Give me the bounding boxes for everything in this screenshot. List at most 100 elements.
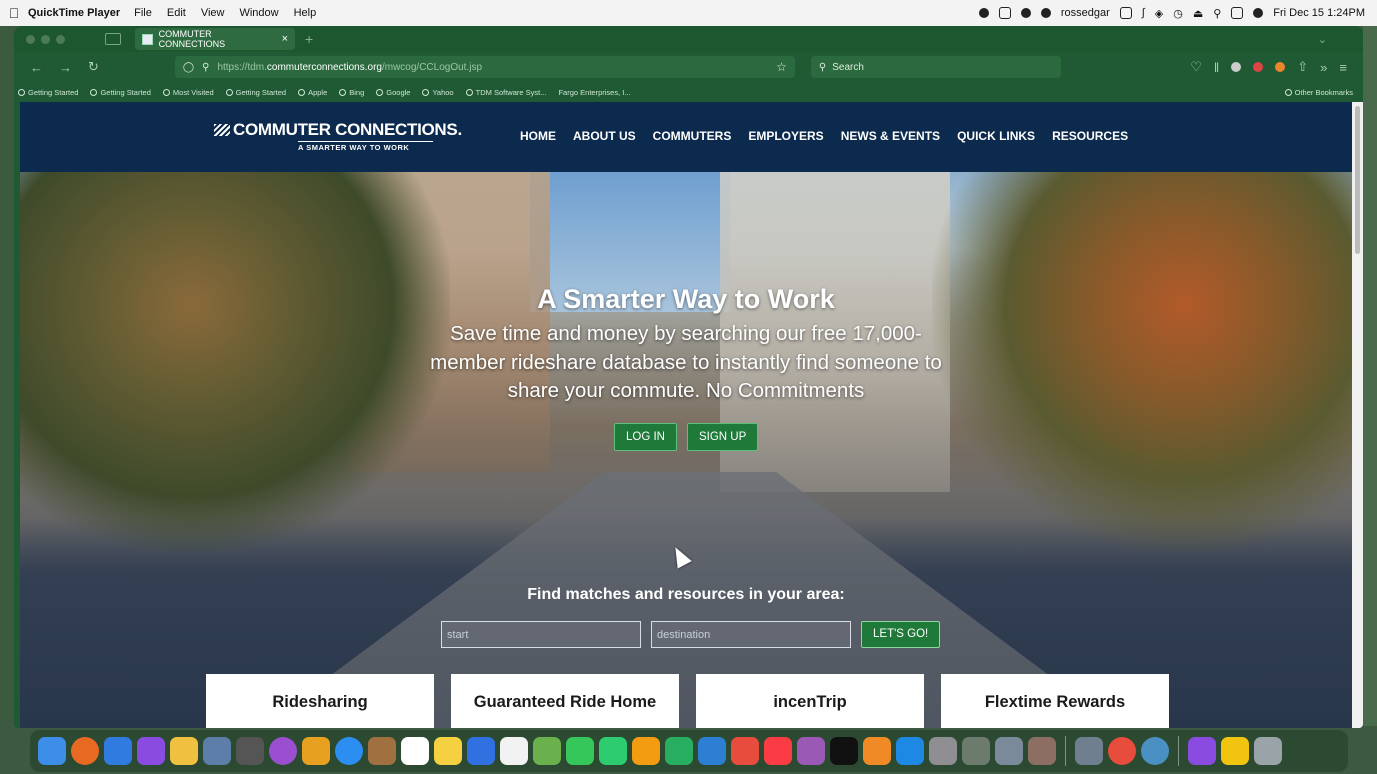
menu-file[interactable]: File bbox=[134, 7, 152, 19]
bookmark-item[interactable]: Most Visited bbox=[162, 88, 214, 97]
status-icon[interactable] bbox=[1020, 8, 1031, 18]
keynote-icon[interactable] bbox=[698, 737, 726, 765]
search-box[interactable]: ⚲ Search bbox=[810, 56, 1061, 78]
pages-icon[interactable] bbox=[632, 737, 660, 765]
preview-icon[interactable] bbox=[203, 737, 231, 765]
tab-list-chevron-icon[interactable]: ⌄ bbox=[1318, 33, 1327, 46]
bookmark-item[interactable]: Google bbox=[376, 88, 410, 97]
signup-button[interactable]: SIGN UP bbox=[686, 423, 759, 451]
freeform-icon[interactable] bbox=[467, 737, 495, 765]
nav-quick-links[interactable]: QUICK LINKS bbox=[957, 129, 1035, 143]
bookmark-item[interactable]: Getting Started bbox=[18, 88, 78, 97]
lock-icon[interactable]: ⚲ bbox=[202, 62, 209, 73]
forward-arrow-icon[interactable]: → bbox=[59, 60, 72, 75]
quicktime-icon[interactable] bbox=[1141, 737, 1169, 765]
shield-icon[interactable]: ◯ bbox=[183, 62, 194, 73]
menu-icon[interactable]: ≡ bbox=[1339, 60, 1347, 75]
tab-overview-icon[interactable] bbox=[105, 33, 121, 45]
overflow-chevron-icon[interactable]: » bbox=[1320, 60, 1327, 75]
utility-icon[interactable] bbox=[1028, 737, 1056, 765]
siri-icon[interactable] bbox=[269, 737, 297, 765]
photos-icon[interactable] bbox=[170, 737, 198, 765]
bookmark-item[interactable]: TDM Software Syst... bbox=[465, 88, 546, 97]
nav-about-us[interactable]: ABOUT US bbox=[573, 129, 636, 143]
minimize-window-button[interactable] bbox=[41, 34, 50, 44]
safari-icon[interactable] bbox=[335, 737, 363, 765]
tab-close-icon[interactable]: × bbox=[282, 33, 288, 45]
card-flextime-rewards[interactable]: Flextime Rewards bbox=[941, 674, 1169, 728]
active-tab[interactable]: COMMUTER CONNECTIONS × bbox=[135, 28, 295, 50]
firefox-icon[interactable] bbox=[71, 737, 99, 765]
bookmark-item[interactable]: Fargo Enterprises, I... bbox=[558, 88, 630, 97]
app-store-icon[interactable] bbox=[896, 737, 924, 765]
reminders-icon[interactable] bbox=[500, 737, 528, 765]
extension-icon[interactable] bbox=[1275, 62, 1286, 72]
nav-commuters[interactable]: COMMUTERS bbox=[653, 129, 732, 143]
calendar-icon[interactable] bbox=[401, 737, 429, 765]
books-icon[interactable] bbox=[863, 737, 891, 765]
destination-input[interactable]: destination bbox=[651, 621, 851, 648]
url-text[interactable]: https://tdm.commuterconnections.org/mwco… bbox=[217, 62, 482, 73]
trash-icon[interactable] bbox=[1254, 737, 1282, 765]
nav-resources[interactable]: RESOURCES bbox=[1052, 129, 1128, 143]
facetime-icon[interactable] bbox=[599, 737, 627, 765]
screen-icon[interactable] bbox=[998, 7, 1011, 19]
record-icon[interactable] bbox=[978, 8, 989, 18]
messages-icon[interactable] bbox=[566, 737, 594, 765]
menu-window[interactable]: Window bbox=[239, 7, 278, 19]
card-guaranteed-ride-home[interactable]: Guaranteed Ride Home bbox=[451, 674, 679, 728]
site-logo[interactable]: COMMUTER CONNECTIONS. A SMARTER WAY TO W… bbox=[214, 120, 462, 152]
menu-edit[interactable]: Edit bbox=[167, 7, 186, 19]
play-icon[interactable] bbox=[1040, 8, 1051, 18]
preview-app-icon[interactable] bbox=[962, 737, 990, 765]
apple-tv-icon[interactable] bbox=[830, 737, 858, 765]
numbers-icon[interactable] bbox=[665, 737, 693, 765]
card-ridesharing[interactable]: Ridesharing bbox=[206, 674, 434, 728]
nav-employers[interactable]: EMPLOYERS bbox=[748, 129, 823, 143]
lets-go-button[interactable]: LET'S GO! bbox=[861, 621, 941, 648]
other-bookmarks[interactable]: Other Bookmarks bbox=[1284, 88, 1363, 97]
menu-view[interactable]: View bbox=[201, 7, 225, 19]
notes-icon[interactable] bbox=[434, 737, 462, 765]
card-incentrip[interactable]: incenTrip bbox=[696, 674, 924, 728]
share-icon[interactable]: ⇧ bbox=[1297, 59, 1308, 75]
eject-icon[interactable]: ⏏ bbox=[1193, 7, 1203, 20]
music-icon[interactable] bbox=[764, 737, 792, 765]
siri-icon[interactable] bbox=[1253, 8, 1264, 18]
calculator-icon[interactable] bbox=[236, 737, 264, 765]
mail-icon[interactable] bbox=[104, 737, 132, 765]
headphones-icon[interactable] bbox=[1119, 7, 1132, 19]
news-icon[interactable] bbox=[731, 737, 759, 765]
maps-icon[interactable] bbox=[533, 737, 561, 765]
library-icon[interactable]: ‖ bbox=[1214, 60, 1219, 75]
bookmark-item[interactable]: Apple bbox=[298, 88, 327, 97]
bluetooth-icon[interactable]: ∫ bbox=[1142, 7, 1145, 19]
nav-news-events[interactable]: NEWS & EVENTS bbox=[841, 129, 940, 143]
extension-icon[interactable] bbox=[1231, 62, 1242, 72]
bookmark-star-icon[interactable]: ☆ bbox=[776, 60, 787, 74]
clock-icon[interactable]: ◷ bbox=[1173, 7, 1183, 20]
page-scrollbar[interactable] bbox=[1352, 102, 1363, 728]
bookmark-item[interactable]: Bing bbox=[339, 88, 364, 97]
apple-menu-icon[interactable]:  bbox=[0, 5, 28, 21]
wifi-icon[interactable]: ◈ bbox=[1155, 7, 1163, 20]
spotlight-icon[interactable]: ⚲ bbox=[1213, 7, 1221, 20]
new-tab-button[interactable]: + bbox=[305, 31, 313, 47]
contacts-icon[interactable] bbox=[368, 737, 396, 765]
menubar-clock[interactable]: Fri Dec 15 1:24PM bbox=[1273, 7, 1365, 19]
system-settings-icon[interactable] bbox=[929, 737, 957, 765]
reload-icon[interactable]: ↻ bbox=[88, 59, 99, 75]
screenshot-icon[interactable] bbox=[995, 737, 1023, 765]
back-arrow-icon[interactable]: ← bbox=[30, 60, 43, 75]
app-icon[interactable] bbox=[1108, 737, 1136, 765]
start-input[interactable]: start bbox=[441, 621, 641, 648]
finder-icon[interactable] bbox=[38, 737, 66, 765]
scrollbar-thumb[interactable] bbox=[1355, 106, 1360, 254]
extension-icon[interactable] bbox=[1253, 62, 1264, 72]
nav-home[interactable]: HOME bbox=[520, 129, 556, 143]
address-bar[interactable]: ◯ ⚲ https://tdm.commuterconnections.org/… bbox=[174, 56, 795, 78]
podcasts-icon[interactable] bbox=[797, 737, 825, 765]
affinity-icon[interactable] bbox=[137, 737, 165, 765]
app-menu[interactable]: QuickTime Player bbox=[28, 7, 120, 19]
bookmark-item[interactable]: Yahoo bbox=[422, 88, 454, 97]
